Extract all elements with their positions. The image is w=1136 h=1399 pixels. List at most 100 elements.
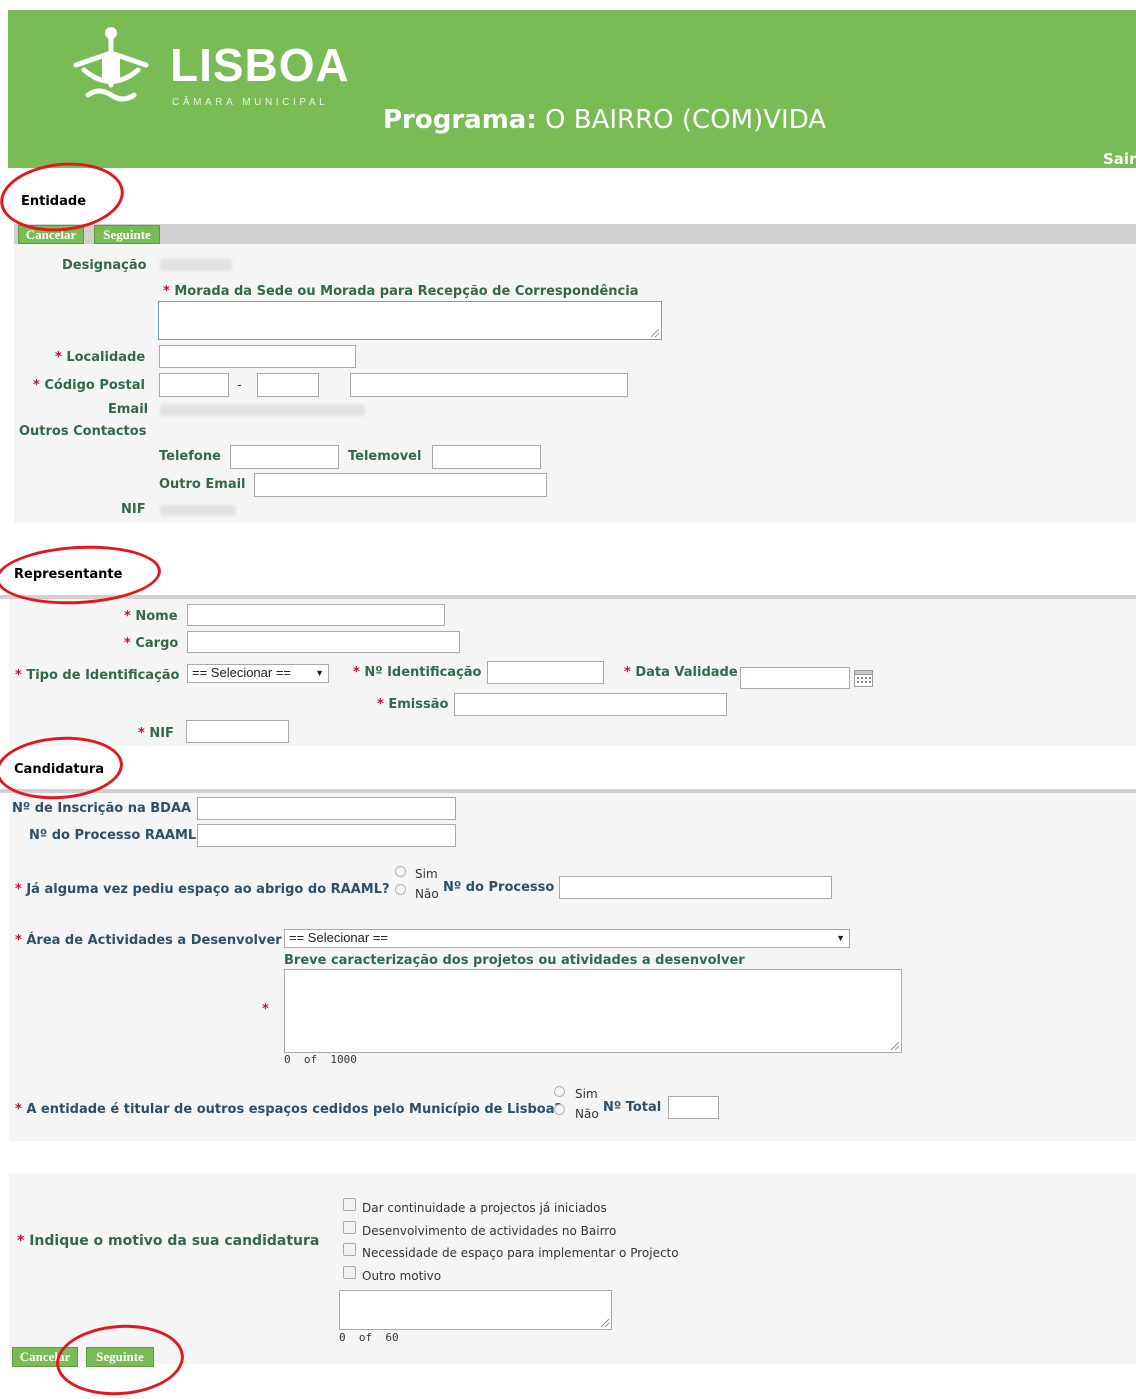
data-validade-label-text: Data Validade xyxy=(635,665,738,680)
postal-locality-input[interactable] xyxy=(350,373,628,397)
outro-motivo-textarea[interactable] xyxy=(339,1290,612,1330)
program-title: Programa: O BAIRRO (COM)VIDA xyxy=(383,105,826,135)
numero-identificacao-input[interactable] xyxy=(487,661,604,684)
processo-raaml-input[interactable] xyxy=(197,824,456,847)
calendar-icon[interactable] xyxy=(854,670,873,687)
processo-raaml-label: Nº do Processo RAAML xyxy=(29,828,197,843)
titular-sim-label: Sim xyxy=(575,1087,598,1101)
motivo-option-checkbox[interactable] xyxy=(343,1198,356,1211)
outro-email-label: Outro Email xyxy=(159,477,246,492)
entidade-toolbar xyxy=(14,224,1136,244)
numero-total-label: Nº Total xyxy=(603,1100,662,1115)
data-validade-input[interactable] xyxy=(740,667,850,689)
resize-grip-icon[interactable] xyxy=(601,1319,609,1327)
area-actividades-label-text: Área de Actividades a Desenvolver xyxy=(26,933,282,948)
designacao-label: Designação xyxy=(62,258,147,273)
area-actividades-select[interactable]: == Selecionar == ▼ xyxy=(284,929,850,948)
cargo-label-text: Cargo xyxy=(135,636,179,651)
pediu-espaco-nao-label: Não xyxy=(415,887,439,901)
titular-sim-radio[interactable] xyxy=(554,1086,565,1097)
numero-identificacao-label: * Nº Identificação xyxy=(353,665,482,680)
required-mark: * xyxy=(15,933,22,948)
motivo-label-text: Indique o motivo da sua candidatura xyxy=(29,1233,320,1249)
motivo-option-label: Desenvolvimento de actividades no Bairro xyxy=(362,1224,617,1238)
telefone-input[interactable] xyxy=(230,445,339,469)
titular-nao-label: Não xyxy=(575,1107,599,1121)
numero-processo-label: Nº do Processo xyxy=(443,880,555,895)
required-mark: * xyxy=(55,350,62,365)
representante-nif-input[interactable] xyxy=(186,720,289,743)
inscricao-bdaa-input[interactable] xyxy=(197,797,456,820)
tipo-identificacao-select[interactable]: == Selecionar == ▼ xyxy=(187,664,329,683)
localidade-input[interactable] xyxy=(159,345,356,368)
area-actividades-value: == Selecionar == xyxy=(289,930,389,945)
resize-grip-icon[interactable] xyxy=(891,1042,899,1050)
titular-nao-radio[interactable] xyxy=(554,1104,565,1115)
nome-label: * Nome xyxy=(124,609,178,624)
resize-grip-icon[interactable] xyxy=(651,329,659,337)
codigo-postal-label-text: Código Postal xyxy=(44,378,145,393)
chevron-down-icon: ▼ xyxy=(836,933,845,943)
required-mark: * xyxy=(353,665,360,680)
postal-code-part1-input[interactable] xyxy=(159,373,229,397)
motivo-char-counter: 0 of 60 xyxy=(339,1331,399,1344)
emissao-label-text: Emissão xyxy=(388,697,449,712)
telemovel-input[interactable] xyxy=(432,445,541,469)
lisbon-crest-icon xyxy=(66,25,156,110)
breve-caracterizacao-textarea[interactable] xyxy=(284,969,902,1053)
data-validade-label: * Data Validade xyxy=(624,665,738,680)
required-mark: * xyxy=(15,668,22,683)
required-mark: * xyxy=(124,636,131,651)
program-name: O BAIRRO (COM)VIDA xyxy=(545,105,827,135)
motivo-option-checkbox[interactable] xyxy=(343,1221,356,1234)
numero-total-input[interactable] xyxy=(668,1096,719,1119)
area-actividades-label: * Área de Actividades a Desenvolver xyxy=(15,933,282,948)
pediu-espaco-sim-label: Sim xyxy=(415,867,438,881)
email-value xyxy=(160,404,365,416)
breve-char-counter: 0 of 1000 xyxy=(284,1053,357,1066)
nif-label: NIF xyxy=(121,502,146,517)
motivo-option-label: Necessidade de espaço para implementar o… xyxy=(362,1246,679,1260)
cargo-label: * Cargo xyxy=(124,636,178,651)
cargo-input[interactable] xyxy=(187,631,460,653)
localidade-label-text: Localidade xyxy=(66,350,146,365)
pediu-espaco-label-text: Já alguma vez pediu espaço ao abrigo do … xyxy=(26,882,390,897)
morada-textarea[interactable] xyxy=(158,301,662,340)
motivo-option-checkbox[interactable] xyxy=(343,1243,356,1256)
required-mark: * xyxy=(33,378,40,393)
tipo-identificacao-label-text: Tipo de Identificação xyxy=(26,668,180,683)
breve-caracterizacao-label: Breve caracterização dos projetos ou ati… xyxy=(284,953,745,968)
next-button-top[interactable]: Seguinte xyxy=(94,225,160,244)
postal-code-part2-input[interactable] xyxy=(257,373,319,397)
logout-link[interactable]: Sair xyxy=(1103,150,1136,168)
emissao-input[interactable] xyxy=(454,693,727,716)
motivo-option-label: Outro motivo xyxy=(362,1269,442,1283)
motivo-label: * Indique o motivo da sua candidatura xyxy=(17,1233,319,1249)
numero-identificacao-label-text: Nº Identificação xyxy=(364,665,482,680)
required-mark: * xyxy=(15,882,22,897)
nome-label-text: Nome xyxy=(135,609,178,624)
required-mark: * xyxy=(124,609,131,624)
representante-nif-label: * NIF xyxy=(138,726,174,741)
program-label: Programa: xyxy=(383,105,537,135)
pediu-espaco-nao-radio[interactable] xyxy=(395,884,406,895)
outro-email-input[interactable] xyxy=(254,473,547,497)
morada-label-text: Morada da Sede ou Morada para Recepção d… xyxy=(174,284,639,299)
tipo-identificacao-label: * Tipo de Identificação xyxy=(15,668,180,683)
pediu-espaco-label: * Já alguma vez pediu espaço ao abrigo d… xyxy=(15,882,390,897)
required-mark: * xyxy=(15,1102,22,1117)
required-mark: * xyxy=(624,665,631,680)
emissao-label: * Emissão xyxy=(377,697,448,712)
outros-contactos-label: Outros Contactos xyxy=(19,424,147,439)
numero-processo-input[interactable] xyxy=(559,876,832,899)
motivo-option-checkbox[interactable] xyxy=(343,1266,356,1279)
telefone-label: Telefone xyxy=(159,449,221,464)
representante-nif-label-text: NIF xyxy=(149,726,174,741)
required-mark: * xyxy=(138,726,145,741)
required-mark: * xyxy=(377,697,384,712)
codigo-postal-label: * Código Postal xyxy=(33,378,145,393)
nome-input[interactable] xyxy=(187,604,445,626)
logo-text: LISBOA xyxy=(170,39,350,91)
telemovel-label: Telemovel xyxy=(348,449,422,464)
pediu-espaco-sim-radio[interactable] xyxy=(395,866,406,877)
